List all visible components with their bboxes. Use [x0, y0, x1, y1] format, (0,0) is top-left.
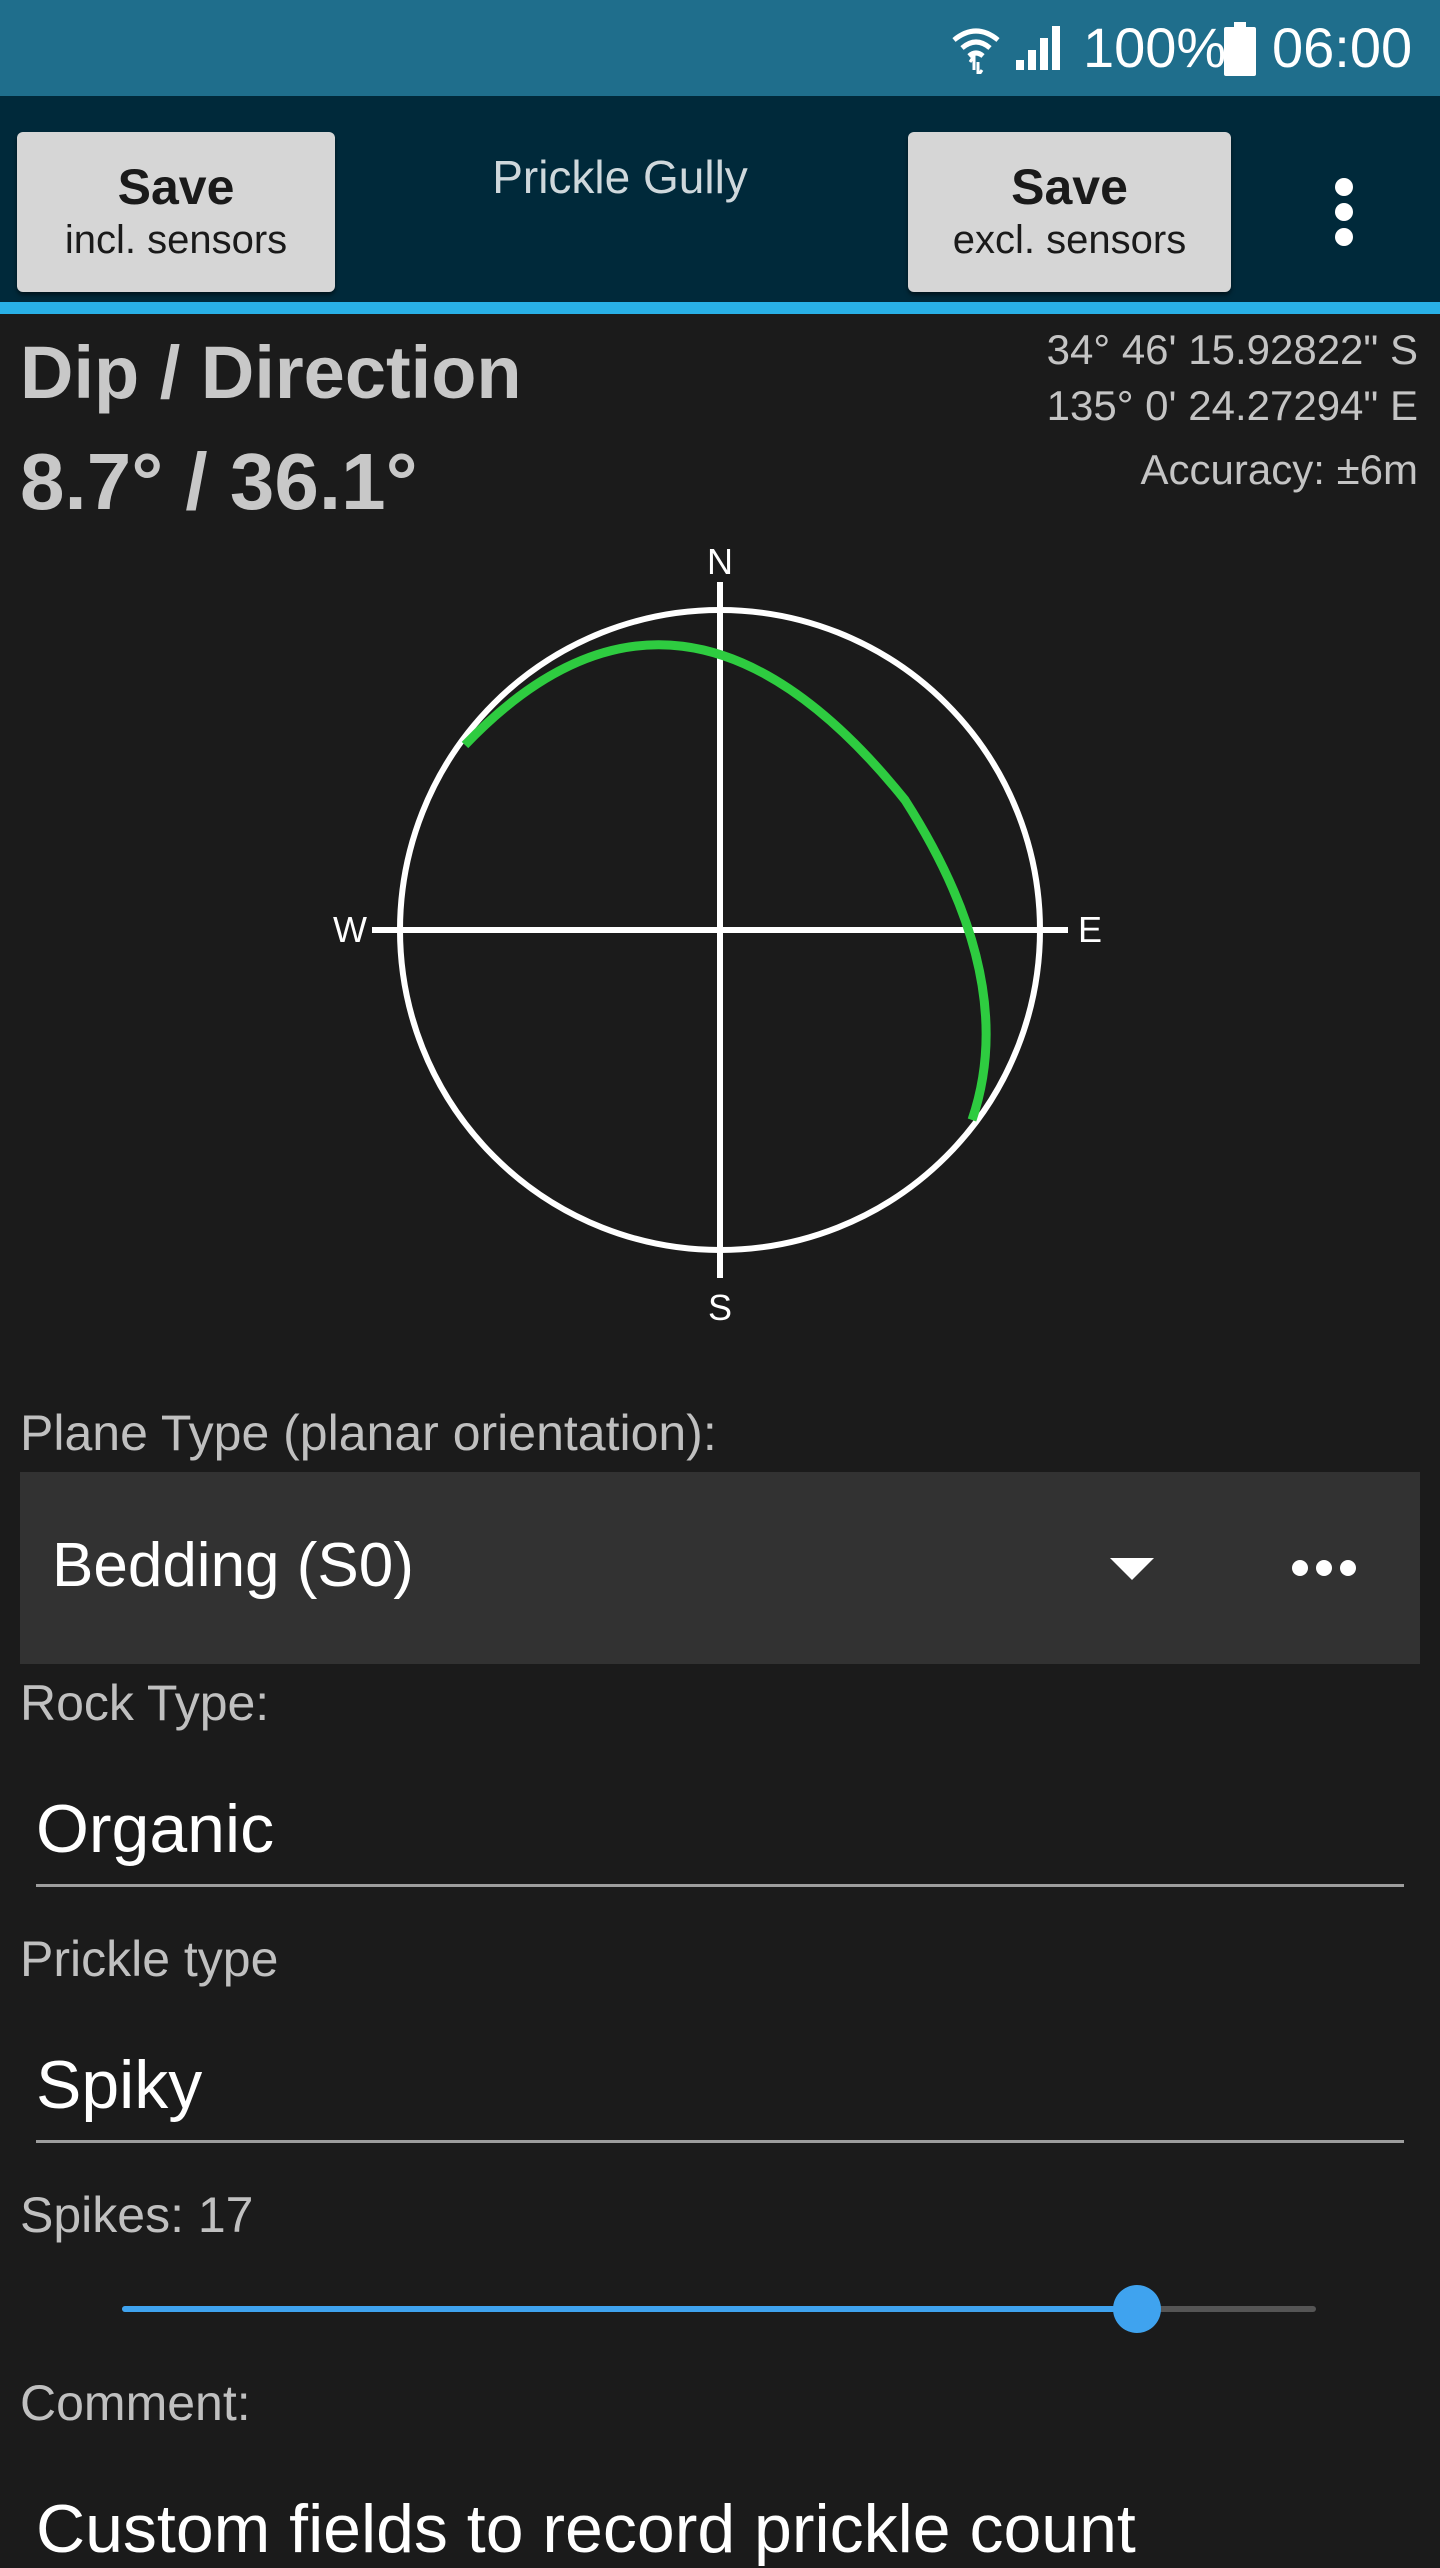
project-title: Prickle Gully	[492, 151, 748, 203]
spikes-slider-thumb[interactable]	[1112, 2285, 1161, 2333]
save-excl-label: Save	[1011, 159, 1128, 215]
plane-type-label: Plane Type (planar orientation):	[20, 1405, 717, 1461]
action-bar-accent-line	[0, 302, 1440, 314]
prickle-type-label: Prickle type	[20, 1931, 279, 1987]
compass-west-label: W	[333, 909, 367, 950]
spikes-slider-fill	[122, 2306, 1137, 2312]
battery-icon	[1224, 22, 1256, 76]
dip-direction-value: 8.7° / 36.1°	[20, 437, 418, 526]
accuracy: Accuracy: ±6m	[1140, 446, 1418, 493]
rock-type-input[interactable]: Organic	[36, 1790, 274, 1868]
battery-percent: 100%	[1083, 16, 1227, 79]
clock: 06:00	[1272, 16, 1413, 79]
compass-north-label: N	[707, 541, 733, 582]
more-vert-icon[interactable]	[1310, 170, 1380, 270]
save-excl-sublabel: excl. sensors	[952, 218, 1187, 262]
rock-type-label: Rock Type:	[20, 1675, 270, 1731]
plane-type-value: Bedding (S0)	[52, 1531, 414, 1600]
wifi-icon	[952, 28, 1000, 74]
save-incl-sublabel: incl. sensors	[64, 218, 288, 262]
comment-input[interactable]: Custom fields to record prickle count	[36, 2490, 1136, 2568]
save-incl-label: Save	[117, 159, 235, 215]
prickle-type-underline	[36, 2140, 1404, 2143]
status-bar: 100% 06:00	[0, 0, 1440, 96]
compass-south-label: S	[708, 1287, 732, 1328]
dip-direction-label: Dip / Direction	[20, 331, 522, 414]
spikes-label: Spikes: 17	[20, 2187, 254, 2243]
dropdown-arrow-icon[interactable]	[1110, 1558, 1154, 1580]
great-circle-arc	[461, 640, 991, 1122]
stereonet-compass: N S E W	[333, 541, 1102, 1328]
prickle-type-input[interactable]: Spiky	[36, 2046, 202, 2124]
longitude: 135° 0' 24.27294" E	[1046, 382, 1418, 429]
rock-type-underline	[36, 1884, 1404, 1887]
latitude: 34° 46' 15.92822" S	[1046, 326, 1418, 373]
compass-east-label: E	[1078, 909, 1102, 950]
save-incl-sensors-button[interactable]: Save incl. sensors	[17, 132, 335, 292]
comment-label: Comment:	[20, 2375, 251, 2431]
signal-icon	[1016, 26, 1060, 70]
save-excl-sensors-button[interactable]: Save excl. sensors	[908, 132, 1231, 292]
